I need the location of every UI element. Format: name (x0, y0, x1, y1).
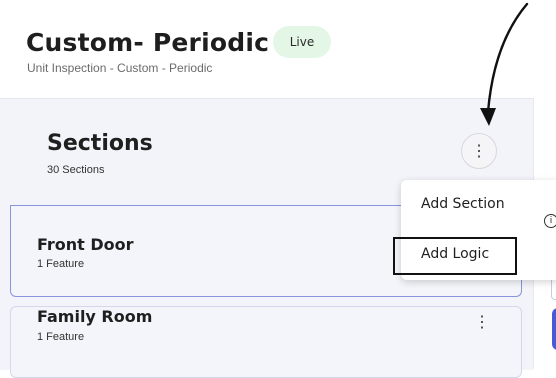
annotation-arrow (480, 2, 529, 126)
